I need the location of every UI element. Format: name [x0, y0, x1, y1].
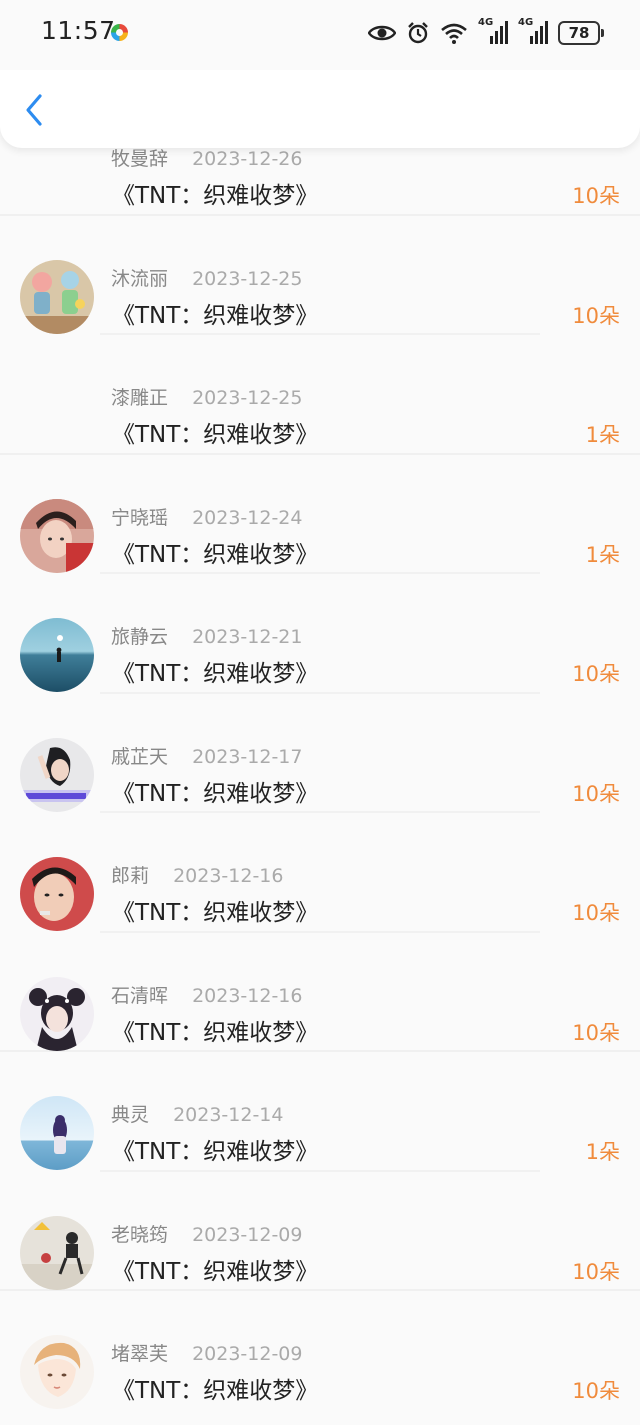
- user-name: 漆雕正: [111, 387, 169, 409]
- gift-date: 2023-12-14: [173, 1104, 284, 1126]
- list-item[interactable]: 戚芷天 2023-12-17 《TNT：织难收梦》 10朵: [0, 693, 640, 813]
- avatar: [20, 1215, 94, 1290]
- book-title: 《TNT：织难收梦》: [112, 302, 319, 329]
- list-item[interactable]: 宁晓瑶 2023-12-24 《TNT：织难收梦》 1朵: [0, 454, 640, 574]
- book-title: 《TNT：织难收梦》: [112, 1019, 319, 1046]
- list-item[interactable]: 郎莉 2023-12-16 《TNT：织难收梦》 10朵: [0, 813, 640, 933]
- nav-header: [0, 68, 640, 148]
- user-name: 老晓筠: [111, 1223, 169, 1246]
- gift-amount: 10朵: [572, 1379, 620, 1403]
- user-name: 郎莉: [111, 865, 150, 887]
- list-item[interactable]: 石清晖 2023-12-16 《TNT：织难收梦》 10朵: [0, 932, 640, 1052]
- status-time: 11:57: [41, 16, 116, 45]
- book-title: 《TNT：织难收梦》: [112, 183, 319, 209]
- gift-amount: 10朵: [572, 901, 620, 925]
- user-name: 宁晓瑶: [111, 506, 169, 529]
- user-name: 沐流丽: [111, 267, 169, 290]
- gift-date: 2023-12-16: [173, 865, 284, 887]
- wifi-icon: [440, 22, 468, 44]
- status-bar: 11:57 4G 4G 78: [0, 0, 640, 70]
- book-title: 《TNT：织难收梦》: [112, 780, 319, 807]
- gift-list: 牧曼辞 2023-12-26 《TNT：织难收梦》 10朵 沐流丽 2023-1…: [0, 96, 640, 1411]
- user-name: 石清晖: [111, 984, 169, 1007]
- avatar: [20, 857, 94, 931]
- avatar: [20, 259, 94, 334]
- gift-amount: 1朵: [585, 542, 620, 567]
- eye-icon: [368, 23, 396, 43]
- gift-date: 2023-12-16: [192, 984, 303, 1007]
- gift-date: 2023-12-17: [192, 745, 303, 768]
- user-name: 戚芷天: [111, 745, 169, 768]
- gift-date: 2023-12-25: [192, 267, 303, 290]
- gift-date: 2023-12-26: [192, 148, 303, 170]
- signal-icon: 4G: [478, 17, 508, 46]
- gift-date: 2023-12-09: [192, 1343, 303, 1365]
- book-title: 《TNT：织难收梦》: [112, 1258, 319, 1285]
- book-title: 《TNT：织难收梦》: [112, 541, 319, 568]
- user-name: 旅静云: [111, 626, 169, 648]
- list-item[interactable]: 老晓筠 2023-12-09 《TNT：织难收梦》 10朵: [0, 1171, 640, 1291]
- battery-icon: 78: [558, 21, 604, 45]
- back-button[interactable]: [20, 90, 52, 130]
- gift-date: 2023-12-25: [192, 387, 303, 409]
- gift-date: 2023-12-24: [192, 506, 303, 529]
- alarm-icon: [406, 21, 430, 45]
- book-title: 《TNT：织难收梦》: [112, 900, 319, 926]
- gift-amount: 10朵: [572, 1259, 620, 1284]
- list-item[interactable]: 漆雕正 2023-12-25 《TNT：织难收梦》 1朵: [0, 335, 640, 455]
- gift-amount: 10朵: [572, 662, 620, 686]
- gift-date: 2023-12-21: [192, 626, 303, 648]
- avatar: [20, 976, 94, 1051]
- user-name: 典灵: [111, 1104, 150, 1126]
- signal-icon: 4G: [518, 17, 548, 46]
- gift-date: 2023-12-09: [192, 1223, 303, 1246]
- user-name: 堵翠芙: [111, 1343, 169, 1365]
- avatar: [20, 498, 94, 573]
- list-item[interactable]: 旅静云 2023-12-21 《TNT：织难收梦》 10朵: [0, 574, 640, 694]
- gift-amount: 10朵: [572, 184, 620, 208]
- avatar: [20, 1096, 94, 1170]
- gift-amount: 1朵: [585, 423, 620, 447]
- avatar: [20, 1335, 94, 1409]
- gift-amount: 10朵: [572, 781, 620, 806]
- book-title: 《TNT：织难收梦》: [112, 661, 319, 687]
- list-item[interactable]: 沐流丽 2023-12-25 《TNT：织难收梦》 10朵: [0, 215, 640, 335]
- gift-amount: 10朵: [572, 303, 620, 328]
- list-item[interactable]: 典灵 2023-12-14 《TNT：织难收梦》 1朵: [0, 1052, 640, 1172]
- gift-amount: 10朵: [572, 1020, 620, 1045]
- avatar: [20, 737, 94, 812]
- avatar: [20, 618, 94, 692]
- user-name: 牧曼辞: [111, 148, 169, 170]
- book-title: 《TNT：织难收梦》: [112, 1139, 319, 1165]
- book-title: 《TNT：织难收梦》: [112, 1378, 319, 1404]
- gift-amount: 1朵: [585, 1140, 620, 1164]
- chevron-left-icon: [26, 94, 42, 126]
- list-item[interactable]: 堵翠芙 2023-12-09 《TNT：织难收梦》 10朵: [0, 1291, 640, 1411]
- status-icons: 4G 4G 78: [368, 17, 604, 48]
- app-notification-icon: [111, 24, 128, 41]
- book-title: 《TNT：织难收梦》: [112, 422, 319, 448]
